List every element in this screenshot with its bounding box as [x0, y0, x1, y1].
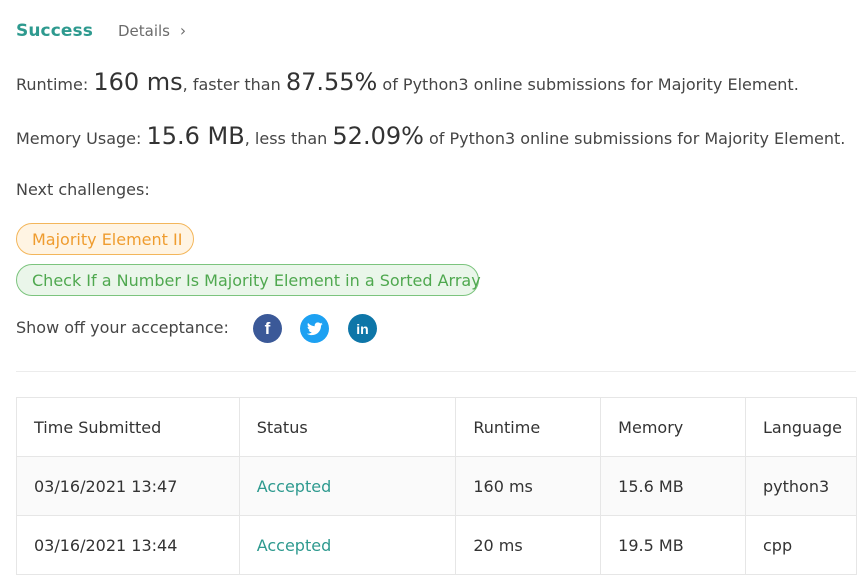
cell-time-submitted: 03/16/2021 13:44	[16, 515, 240, 575]
memory-middle: , less than	[244, 129, 333, 148]
header-runtime: Runtime	[455, 397, 602, 457]
header-memory: Memory	[600, 397, 746, 457]
details-link[interactable]: Details ›	[117, 21, 186, 41]
next-challenge-majority-element-ii[interactable]: Majority Element II	[16, 223, 194, 255]
next-challenge-check-majority-sorted-array[interactable]: Check If a Number Is Majority Element in…	[16, 264, 481, 296]
memory-suffix: of Python3 online submissions for Majori…	[423, 129, 846, 148]
memory-value: 15.6 MB	[146, 122, 245, 150]
runtime-percent: 87.55%	[285, 68, 378, 96]
table-header-row: Time Submitted Status Runtime Memory Lan…	[16, 397, 857, 457]
cell-runtime: 20 ms	[455, 515, 602, 575]
runtime-prefix: Runtime:	[16, 75, 94, 94]
runtime-value: 160 ms	[93, 68, 183, 96]
twitter-bird-glyph	[306, 321, 323, 335]
runtime-stat: Runtime: 160 ms, faster than 87.55% of P…	[16, 68, 799, 96]
cell-time-submitted: 03/16/2021 13:47	[16, 456, 240, 516]
memory-stat: Memory Usage: 15.6 MB, less than 52.09% …	[16, 122, 845, 150]
header-status: Status	[238, 397, 457, 457]
cell-memory: 19.5 MB	[600, 515, 746, 575]
cell-status-accepted-link[interactable]: Accepted	[238, 456, 457, 516]
result-status-line: Success Details ›	[16, 19, 186, 43]
cell-runtime: 160 ms	[455, 456, 602, 516]
facebook-icon[interactable]: f	[253, 314, 282, 343]
cell-language: cpp	[745, 515, 857, 575]
memory-prefix: Memory Usage:	[16, 129, 147, 148]
success-status: Success	[16, 21, 93, 41]
table-row: 03/16/2021 13:47 Accepted 160 ms 15.6 MB…	[16, 456, 857, 516]
cell-memory: 15.6 MB	[600, 456, 746, 516]
runtime-middle: , faster than	[182, 75, 286, 94]
cell-language: python3	[745, 456, 857, 516]
share-label: Show off your acceptance:	[16, 318, 229, 337]
submission-result-page: Success Details › Runtime: 160 ms, faste…	[0, 0, 861, 576]
chevron-right-icon: ›	[179, 21, 186, 41]
memory-percent: 52.09%	[332, 122, 424, 150]
header-time-submitted: Time Submitted	[16, 397, 240, 457]
cell-status-accepted-link[interactable]: Accepted	[238, 515, 457, 575]
linkedin-icon[interactable]: in	[348, 314, 377, 343]
runtime-suffix: of Python3 online submissions for Majori…	[377, 75, 799, 94]
section-divider	[16, 371, 856, 372]
twitter-icon[interactable]	[300, 314, 329, 343]
table-row: 03/16/2021 13:44 Accepted 20 ms 19.5 MB …	[16, 515, 857, 575]
next-challenges-label: Next challenges:	[16, 180, 150, 199]
details-label: Details	[117, 22, 170, 40]
header-language: Language	[745, 397, 857, 457]
submissions-table: Time Submitted Status Runtime Memory Lan…	[16, 397, 857, 575]
